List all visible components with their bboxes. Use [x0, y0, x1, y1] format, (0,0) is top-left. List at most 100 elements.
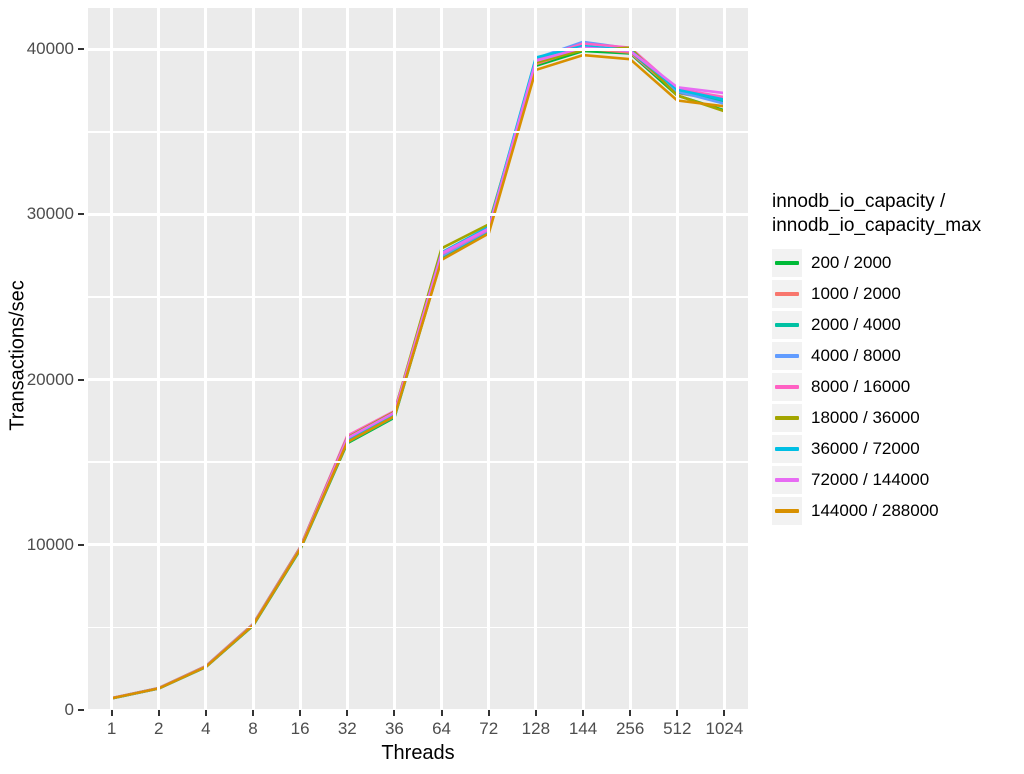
x-axis-tick-label: 144 [568, 719, 598, 738]
legend-color-swatch [775, 323, 799, 327]
grid-line-vertical [110, 8, 114, 710]
legend-item-label: 2000 / 4000 [811, 315, 901, 334]
legend-color-swatch [775, 385, 799, 389]
x-axis-tick-mark [487, 710, 490, 716]
legend-item-label: 72000 / 144000 [811, 470, 930, 489]
series-lines [110, 40, 726, 700]
grid-line-vertical [581, 8, 585, 710]
grid-line-vertical [534, 8, 538, 710]
legend-color-swatch [775, 447, 799, 451]
x-axis-tick-label: 36 [384, 719, 404, 738]
x-axis-tick-mark [676, 710, 679, 716]
grid-line-minor-horizontal [88, 296, 748, 298]
x-axis-tick-mark [582, 710, 584, 716]
y-axis-tick-mark [78, 213, 84, 216]
x-axis-tick-mark [299, 710, 302, 716]
legend-title: innodb_io_capacity / innodb_io_capacity_… [772, 191, 982, 236]
x-axis-tick-label: 8 [248, 719, 258, 738]
y-axis-tick-label: 20000 [26, 369, 74, 389]
x-axis-tick-label: 64 [432, 719, 452, 738]
grid-line-vertical [392, 8, 396, 710]
x-axis-tick-label: 512 [663, 719, 692, 738]
y-axis-ticks: 0 10000 20000 30000 40000 [0, 0, 84, 774]
grid-line-minor-horizontal [88, 461, 748, 463]
legend-item[interactable]: 200 / 2000 [772, 248, 1022, 279]
y-axis-tick-label: 40000 [26, 39, 74, 59]
legend-key-icon [772, 280, 802, 308]
legend-item-label: 36000 / 72000 [811, 439, 920, 458]
legend-key-icon [772, 497, 802, 525]
legend-item-label: 1000 / 2000 [811, 284, 901, 303]
legend-item-label: 144000 / 288000 [811, 501, 939, 520]
x-axis-tick-mark [110, 710, 113, 716]
legend-color-swatch [775, 509, 799, 513]
legend-item-label: 4000 / 8000 [811, 346, 901, 365]
x-axis-tick-label: 4 [201, 719, 211, 738]
legend-item-label: 200 / 2000 [811, 253, 892, 272]
legend-color-swatch [775, 261, 799, 265]
grid-line-vertical [487, 8, 491, 710]
legend-color-swatch [775, 416, 799, 420]
y-axis-tick-label: 0 [64, 700, 74, 719]
x-axis-title: Threads [381, 742, 455, 764]
legend-item[interactable]: 4000 / 8000 [772, 341, 1022, 372]
chart-legend: innodb_io_capacity / innodb_io_capacity_… [772, 190, 1022, 527]
plot-panel [88, 8, 748, 710]
legend-item[interactable]: 18000 / 36000 [772, 403, 1022, 434]
x-axis-tick-label: 256 [615, 719, 645, 738]
x-axis-tick-mark [204, 710, 207, 716]
legend-key-icon [772, 373, 802, 401]
grid-line-major-horizontal [88, 543, 748, 547]
grid-line-minor-horizontal [88, 131, 748, 133]
legend-item[interactable]: 72000 / 144000 [772, 465, 1022, 496]
grid-line-vertical [440, 8, 444, 710]
y-axis-tick-label: 30000 [26, 204, 74, 224]
grid-line-vertical [204, 8, 208, 710]
legend-item-label: 18000 / 36000 [811, 408, 920, 427]
grid-line-vertical [157, 8, 161, 710]
x-axis-tick-mark [723, 710, 726, 716]
x-axis-tick-label: 16 [290, 719, 310, 738]
legend-item[interactable]: 2000 / 4000 [772, 310, 1022, 341]
x-axis-tick-label: 128 [521, 719, 551, 738]
x-axis-tick-mark [157, 710, 160, 716]
legend-item[interactable]: 144000 / 288000 [772, 496, 1022, 527]
y-axis-title: Transactions/sec [0, 0, 36, 710]
legend-items: 200 / 2000 1000 / 2000 2000 / 4000 4000 / 8… [772, 248, 1022, 527]
grid-line-vertical [675, 8, 679, 710]
x-axis-tick-label: 72 [479, 719, 499, 738]
legend-color-swatch [775, 478, 799, 482]
x-axis-tick-mark [252, 710, 254, 716]
x-axis-tick-mark [440, 710, 443, 716]
y-axis-tick-mark [78, 709, 84, 711]
x-axis-tick-mark [629, 710, 632, 716]
grid-line-vertical [722, 8, 726, 710]
grid-line-vertical [251, 8, 255, 710]
legend-key-icon [772, 466, 802, 494]
y-axis-tick-mark [78, 543, 84, 546]
legend-key-icon [772, 342, 802, 370]
legend-item[interactable]: 36000 / 72000 [772, 434, 1022, 465]
x-axis-tick-label: 2 [153, 719, 164, 738]
legend-color-swatch [775, 354, 799, 358]
x-axis-tick-label: 32 [337, 719, 357, 738]
grid-line-major-horizontal [88, 47, 748, 51]
chart-figure: Transactions/sec 0 10000 20000 30000 40000 1… [0, 0, 1024, 774]
y-axis-tick-label: 10000 [26, 534, 74, 554]
grid-line-vertical [298, 8, 302, 710]
x-axis-tick-label: 1024 [705, 719, 744, 738]
x-axis-tick-label: 1 [106, 719, 117, 738]
grid-line-vertical [628, 8, 632, 710]
x-axis-tick-mark [534, 710, 537, 716]
legend-item-label: 8000 / 16000 [811, 377, 911, 396]
grid-line-major-horizontal [88, 212, 748, 216]
legend-key-icon [772, 311, 802, 339]
grid-line-major-horizontal [88, 378, 748, 382]
grid-line-minor-horizontal [88, 626, 748, 629]
y-axis-title-text: Transactions/sec [6, 279, 29, 431]
legend-item[interactable]: 1000 / 2000 [772, 279, 1022, 310]
y-axis-tick-mark [78, 48, 84, 51]
legend-item[interactable]: 8000 / 16000 [772, 372, 1022, 403]
legend-key-icon [772, 249, 802, 277]
grid-line-vertical [345, 8, 349, 710]
